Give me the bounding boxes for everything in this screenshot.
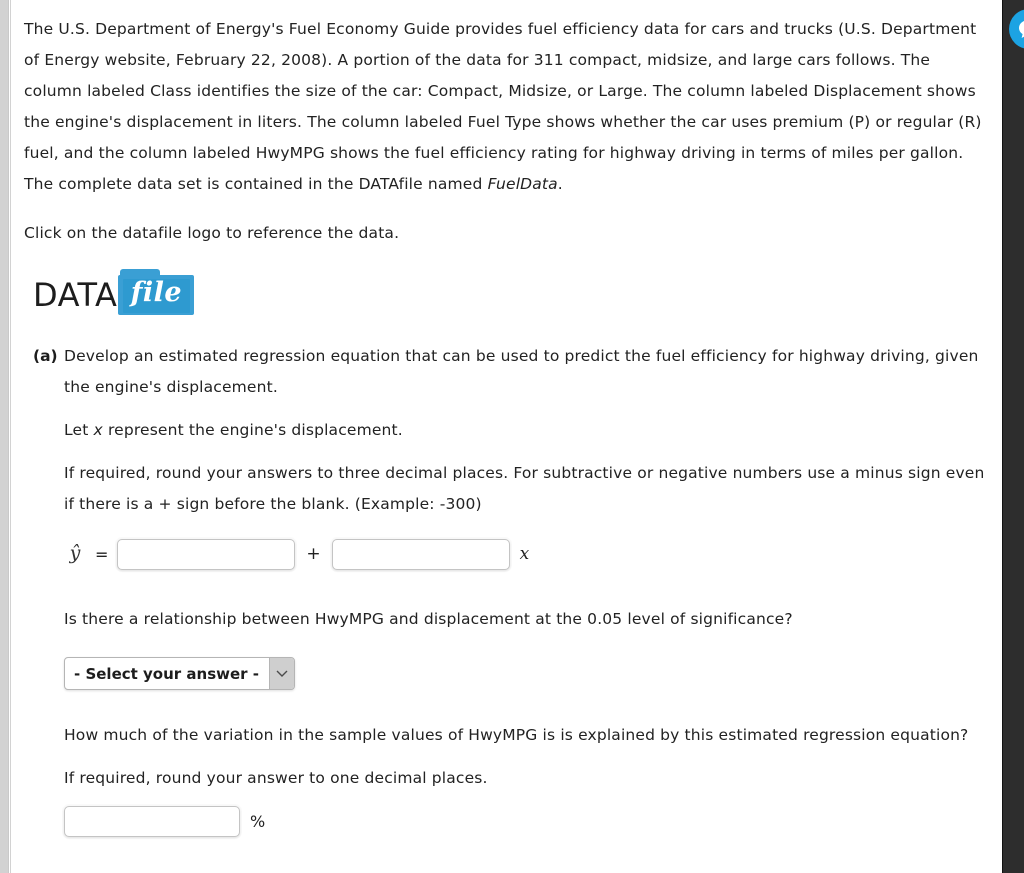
part-a-label: (a): [33, 347, 58, 365]
part-a-body: Develop an estimated regression equation…: [64, 341, 990, 837]
intro-paragraph-period: .: [557, 175, 563, 193]
select-selected-value: - Select your answer -: [74, 664, 260, 683]
folder-label: file: [130, 277, 183, 308]
variation-question: How much of the variation in the sample …: [64, 726, 969, 744]
equals-sign: =: [95, 544, 109, 564]
left-page-edge: [8, 0, 10, 873]
significance-question: Is there a relationship between HwyMPG a…: [64, 610, 793, 628]
part-a-prompt: Develop an estimated regression equation…: [64, 347, 979, 396]
variable-x: x: [93, 421, 103, 439]
rounding-note: If required, round your answers to three…: [64, 464, 985, 513]
intercept-input[interactable]: [117, 538, 296, 570]
question-page: The U.S. Department of Energy's Fuel Eco…: [11, 0, 1002, 873]
plus-sign: +: [306, 544, 321, 564]
let-x-suffix: represent the engine's displacement.: [102, 421, 403, 439]
percent-input[interactable]: [64, 806, 240, 837]
slope-input[interactable]: [331, 538, 510, 570]
spacer-after-equation: [64, 574, 990, 604]
chat-bubble-icon[interactable]: [1009, 9, 1024, 49]
chevron-down-icon[interactable]: [269, 658, 295, 689]
click-logo-instruction: Click on the datafile logo to reference …: [24, 224, 400, 242]
screenshot-root: The U.S. Department of Energy's Fuel Eco…: [0, 0, 1024, 873]
left-gutter: [0, 0, 8, 873]
right-side-rail: [1002, 0, 1024, 873]
let-x-prefix: Let: [64, 421, 94, 439]
datafile-logo-word: DATA: [33, 276, 118, 314]
y-hat-symbol: ŷ: [69, 541, 81, 564]
regression-equation-row: ŷ = + x: [64, 534, 990, 574]
percent-answer-row: %: [64, 806, 990, 837]
part-a-section: (a) Develop an estimated regression equa…: [24, 341, 990, 837]
percent-sign: %: [250, 812, 266, 831]
variation-rounding-note: If required, round your answer to one de…: [64, 769, 488, 787]
datafile-logo-button[interactable]: DATA file: [33, 269, 195, 315]
folder-icon: file: [118, 269, 195, 315]
spacer-after-select: [64, 690, 990, 720]
equation-variable-x: x: [519, 544, 530, 564]
significance-answer-select[interactable]: - Select your answer -: [64, 657, 296, 690]
intro-paragraph-text: The U.S. Department of Energy's Fuel Eco…: [24, 20, 982, 193]
let-x-statement: Let x represent the engine's displacemen…: [64, 415, 990, 446]
datafile-name: FuelData: [487, 175, 558, 193]
intro-paragraph: The U.S. Department of Energy's Fuel Eco…: [24, 14, 990, 200]
